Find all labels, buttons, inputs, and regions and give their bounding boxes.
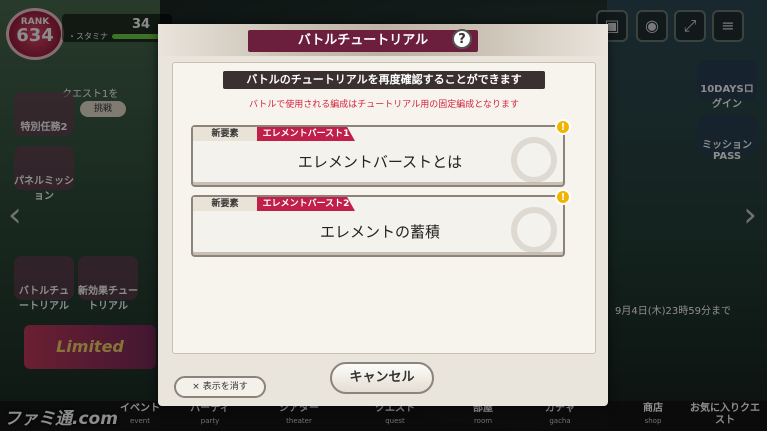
hide-display-button[interactable]: × 表示を消す [174,376,266,398]
notice-text: バトルのチュートリアルを再度確認することができます [223,71,545,89]
tutorial-dialog: バトルチュートリアル ? バトルのチュートリアルを再度確認することができます バ… [158,24,608,406]
cancel-button[interactable]: キャンセル [330,362,434,394]
new-tag: 新要素 [193,127,257,141]
tutorial-item-element-accumulation[interactable]: 新要素 エレメントバースト2 エレメントの蓄積 ! [191,189,571,257]
tutorial-item-label: エレメントの蓄積 [319,223,440,241]
tutorial-item-element-burst[interactable]: 新要素 エレメントバースト1 エレメントバーストとは ! [191,119,571,187]
dialog-title: バトルチュートリアル [248,30,478,52]
burst-tag: エレメントバースト2 [257,197,355,211]
alert-icon: ! [555,189,571,205]
dialog-content: バトルのチュートリアルを再度確認することができます バトルで使用される編成はチュ… [172,62,596,354]
tutorial-item-label: エレメントバーストとは [297,153,463,171]
new-tag: 新要素 [193,197,257,211]
help-icon[interactable]: ? [452,29,472,49]
burst-tag: エレメントバースト1 [257,127,355,141]
subnotice-text: バトルで使用される編成はチュートリアル用の固定編成となります [249,100,519,110]
alert-icon: ! [555,119,571,135]
